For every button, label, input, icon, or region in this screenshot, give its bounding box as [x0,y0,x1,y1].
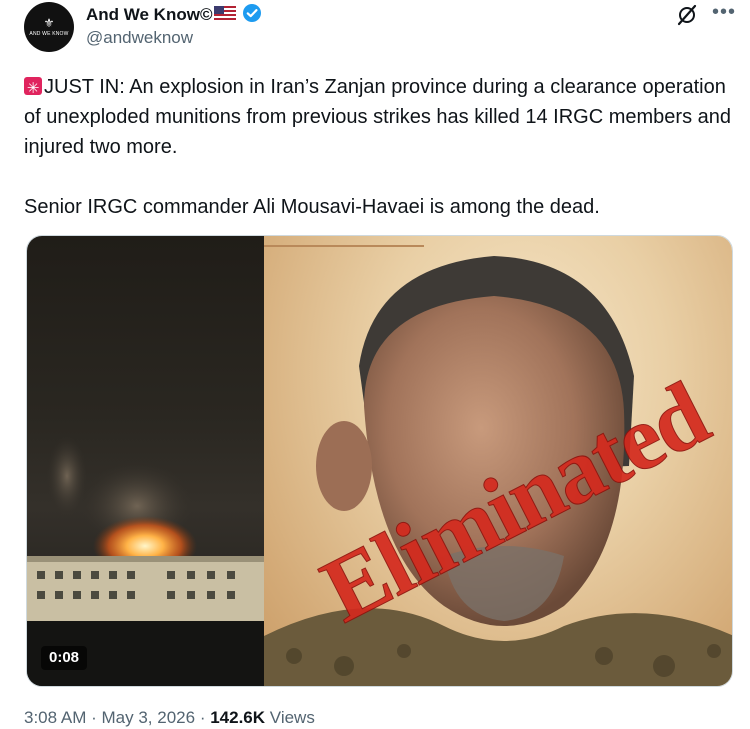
tweet-line-2: Senior IRGC commander Ali Mousavi-Havaei… [24,196,600,218]
views-label: Views [269,708,315,727]
views-count: 142.6K [210,708,266,727]
commander-photo[interactable]: Eliminated [264,236,732,686]
verified-badge-icon[interactable] [242,3,262,28]
siren-icon [24,74,42,104]
tweet-text: JUST IN: An explosion in Iran’s Zanjan p… [24,72,734,222]
author-name-row: And We Know© [86,3,262,27]
portrait-illustration: Eliminated [264,245,732,686]
us-flag-icon [214,5,237,25]
tweet-paragraph-1: JUST IN: An explosion in Iran’s Zanjan p… [24,72,734,162]
meta-separator-2: · [199,708,206,727]
avatar-logo-icon: ⚜ [43,16,55,30]
explosion-scene [27,436,264,686]
tweet-date[interactable]: May 3, 2026 [102,708,196,727]
author-handle[interactable]: @andweknow [86,28,193,48]
tweet-line-1: JUST IN: An explosion in Iran’s Zanjan p… [24,76,731,158]
avatar-text: AND WE KNOW [29,31,69,37]
meta-separator-1: · [91,708,97,727]
video-thumbnail[interactable]: 0:08 [27,236,264,686]
avatar[interactable]: ⚜ AND WE KNOW [24,2,74,52]
more-icon[interactable]: ••• [712,2,736,22]
author-display-name[interactable]: And We Know© [86,5,212,25]
video-duration: 0:08 [41,646,88,670]
tweet-time[interactable]: 3:08 AM [24,708,86,727]
tweet-meta: 3:08 AM · May 3, 2026 · 142.6K Views [24,708,315,728]
grok-icon[interactable] [676,4,698,31]
media-grid: 0:08 Eliminated [26,235,733,687]
